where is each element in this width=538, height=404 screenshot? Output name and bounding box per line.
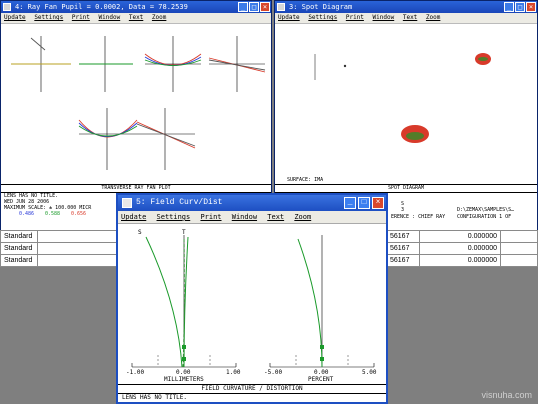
right-axis-unit: PERCENT <box>308 376 334 383</box>
table-row[interactable]: 56167 0.000000 <box>386 242 538 255</box>
field-curv-footer: LENS HAS NO TITLE. <box>122 394 188 401</box>
spot-titlebar[interactable]: 3: Spot Diagram _ □ × <box>275 1 537 13</box>
watermark-text: visnuha.com <box>481 390 532 400</box>
menu-print[interactable]: Print <box>346 14 364 21</box>
menu-text[interactable]: Text <box>403 14 417 21</box>
menu-print[interactable]: Print <box>72 14 90 21</box>
cell-a[interactable]: 56167 <box>386 242 420 255</box>
surface-type[interactable]: Standard <box>0 230 38 243</box>
surface-type[interactable]: Standard <box>0 242 38 255</box>
menu-zoom[interactable]: Zoom <box>294 213 311 221</box>
ray-fan-plot <box>11 36 266 170</box>
right-tick-zero: 0.00 <box>314 369 329 376</box>
menu-text[interactable]: Text <box>129 14 143 21</box>
spot-surface: SURFACE: IMA <box>287 177 324 183</box>
maximize-icon[interactable]: □ <box>515 2 525 12</box>
spot-config: CONFIGURATION 1 OF <box>457 214 512 220</box>
table-row[interactable]: 56167 0.000000 <box>386 230 538 243</box>
spot-1 <box>343 64 347 68</box>
lens-data-table-right: 56167 0.000000 56167 0.000000 56167 0.00… <box>386 230 538 267</box>
table-row[interactable]: Standard <box>0 242 130 255</box>
table-row[interactable]: Standard <box>0 254 130 267</box>
cell-b[interactable]: 0.000000 <box>419 230 501 243</box>
menu-window[interactable]: Window <box>232 213 257 221</box>
menu-update[interactable]: Update <box>278 14 300 21</box>
wavelength-2: 0.588 <box>45 211 61 217</box>
ray-fan-plot-title: TRANSVERSE RAY FAN PLOT <box>1 184 271 193</box>
menu-settings[interactable]: Settings <box>157 213 191 221</box>
menu-settings[interactable]: Settings <box>34 14 63 21</box>
maximize-icon[interactable]: □ <box>249 2 259 12</box>
app-icon <box>277 3 285 11</box>
cell-a[interactable]: 56167 <box>386 230 420 243</box>
spot-3 <box>401 125 429 143</box>
ray-fan-titlebar[interactable]: 4: Ray Fan Pupil = 0.0002, Data = 78.253… <box>1 1 271 13</box>
left-axis-unit: MILLIMETERS <box>164 376 204 383</box>
cell-b[interactable]: 0.000000 <box>419 242 501 255</box>
minimize-icon[interactable]: _ <box>344 197 356 209</box>
cell-a[interactable]: 56167 <box>386 254 420 267</box>
spot-2 <box>475 53 491 65</box>
right-tick-max: 5.00 <box>362 369 377 376</box>
menu-print[interactable]: Print <box>200 213 221 221</box>
field-curv-titlebar[interactable]: 5: Field Curv/Dist _ □ × <box>118 195 386 211</box>
menu-zoom[interactable]: Zoom <box>426 14 440 21</box>
wavelength-1: 0.486 <box>19 211 35 217</box>
cell-b[interactable]: 0.000000 <box>419 254 501 267</box>
spot-mid-3: ERENCE : CHIEF RAY <box>391 214 446 220</box>
ray-fan-title: 4: Ray Fan Pupil = 0.0002, Data = 78.253… <box>15 3 188 11</box>
app-icon <box>3 3 11 11</box>
wavelength-3: 0.656 <box>71 211 87 217</box>
field-curv-title: 5: Field Curv/Dist <box>136 198 223 207</box>
lens-data-table-left: Standard Standard Standard <box>0 230 130 267</box>
left-tick-max: 1.00 <box>226 369 241 376</box>
surface-type[interactable]: Standard <box>0 254 38 267</box>
menu-update[interactable]: Update <box>4 14 26 21</box>
table-row[interactable]: Standard <box>0 230 130 243</box>
table-row[interactable]: 56167 0.000000 <box>386 254 538 267</box>
field-curv-plot-title: FIELD CURVATURE / DISTORTION <box>118 384 386 394</box>
spot-title: 3: Spot Diagram <box>289 3 353 11</box>
menu-text[interactable]: Text <box>267 213 284 221</box>
field-curvature-window[interactable]: 5: Field Curv/Dist _ □ × Update Settings… <box>116 193 388 404</box>
close-icon[interactable]: × <box>372 197 384 209</box>
menu-zoom[interactable]: Zoom <box>152 14 166 21</box>
app-icon <box>122 198 132 208</box>
left-tick-zero: 0.00 <box>176 369 191 376</box>
spot-menubar: Update Settings Print Window Text Zoom <box>275 13 537 24</box>
field-curv-menubar: Update Settings Print Window Text Zoom <box>118 211 386 224</box>
close-icon[interactable]: × <box>526 2 536 12</box>
legend-s: S <box>138 229 142 236</box>
minimize-icon[interactable]: _ <box>238 2 248 12</box>
field-curvature-plot <box>131 235 375 368</box>
maximize-icon[interactable]: □ <box>358 197 370 209</box>
spot-mid-2: 3 <box>401 207 405 213</box>
spot-plot-title: SPOT DIAGRAM <box>275 184 537 193</box>
menu-window[interactable]: Window <box>99 14 121 21</box>
minimize-icon[interactable]: _ <box>504 2 514 12</box>
menu-settings[interactable]: Settings <box>308 14 337 21</box>
right-tick-min: -5.00 <box>264 369 283 376</box>
menu-update[interactable]: Update <box>121 213 146 221</box>
left-tick-min: -1.00 <box>126 369 145 376</box>
spot-plot <box>314 53 491 143</box>
spot-path: D:\ZEMAX\SAMPLES\S… <box>457 207 515 213</box>
menu-window[interactable]: Window <box>373 14 395 21</box>
ray-fan-menubar: Update Settings Print Window Text Zoom <box>1 13 271 24</box>
close-icon[interactable]: × <box>260 2 270 12</box>
legend-t: T <box>182 229 186 236</box>
